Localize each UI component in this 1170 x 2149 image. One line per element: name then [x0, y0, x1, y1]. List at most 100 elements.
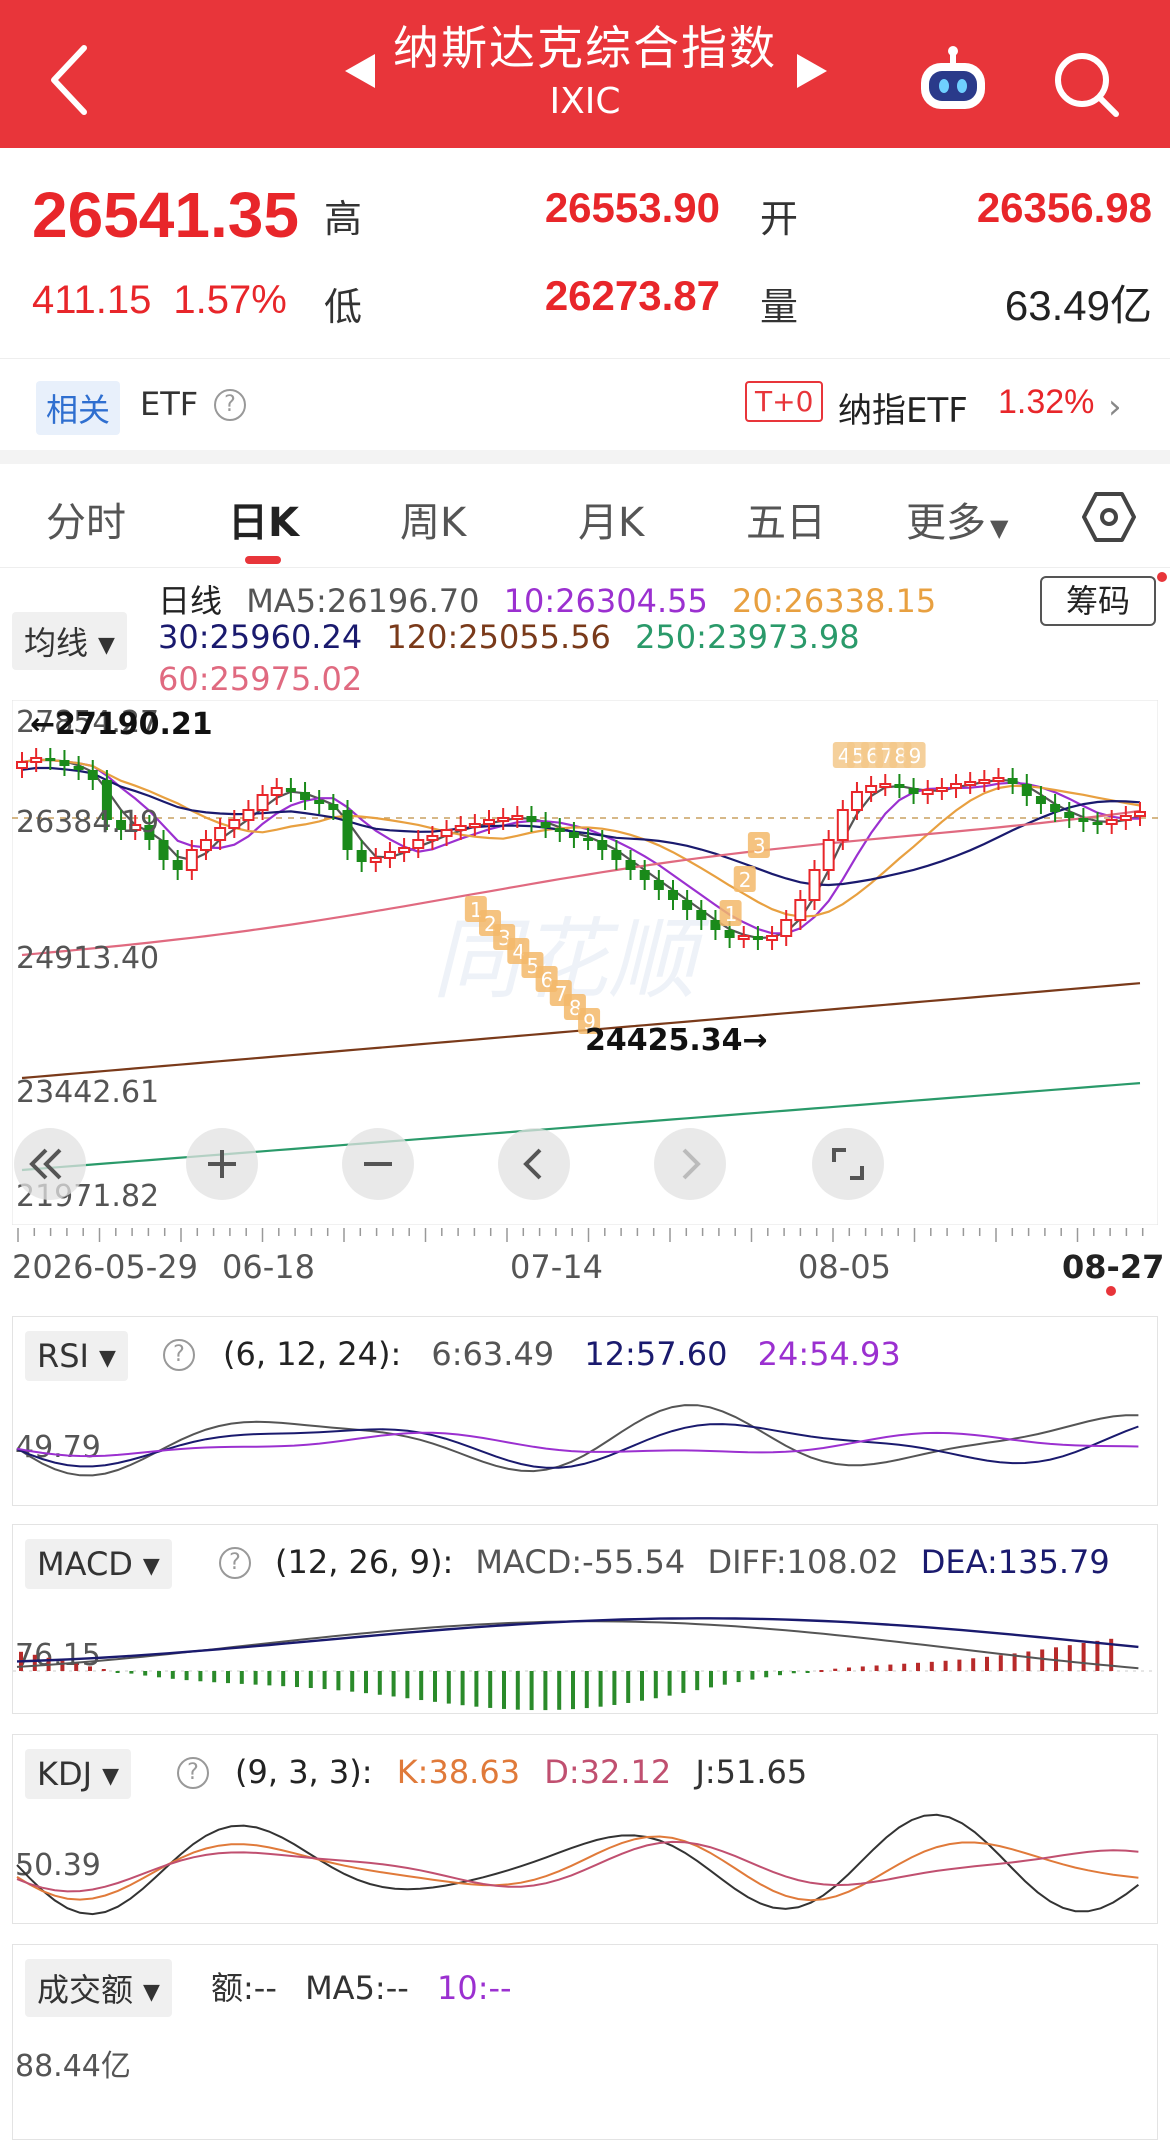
candle-body-down	[639, 870, 650, 880]
settings-hexagon-icon[interactable]	[1082, 490, 1136, 544]
ma-dropdown[interactable]: 均线 ▼	[12, 612, 127, 670]
macd-bar-down	[405, 1671, 410, 1699]
macd-bar-down	[419, 1671, 424, 1701]
change-percent: 1.57%	[173, 278, 287, 322]
macd-bar-down	[764, 1671, 769, 1678]
caret-down-icon: ▼	[142, 1553, 160, 1579]
scroll-left-fast-button[interactable]	[14, 1128, 86, 1200]
candle-body-down	[342, 810, 353, 850]
candle-body-down	[87, 770, 98, 780]
rsi-help-icon[interactable]: ?	[163, 1339, 195, 1371]
macd-bar-up	[902, 1663, 907, 1671]
kline-chart[interactable]: 同花顺 1234567891234 5 6 7 8 9 27854.27 26384.19…	[12, 700, 1158, 1225]
next-index-icon[interactable]	[795, 52, 829, 90]
candle-body-up	[879, 783, 892, 788]
chip-distribution-button[interactable]: 筹码	[1040, 576, 1156, 626]
candle-body-up	[483, 819, 496, 825]
help-icon[interactable]: ?	[214, 389, 246, 421]
candle-body-down	[356, 850, 367, 862]
macd-bar-up	[1081, 1642, 1086, 1671]
etf-row[interactable]: 相关 ETF ? T+0 纳指ETF 1.32% ›	[0, 358, 1170, 450]
candle-body-up	[199, 839, 212, 851]
robot-assistant-icon[interactable]	[915, 45, 991, 115]
macd-chart[interactable]: 76.15	[13, 1595, 1157, 1713]
quote-panel: 26541.35 411.15 1.57% 高 26553.90 开 26356.…	[0, 148, 1170, 358]
scroll-right-button[interactable]	[654, 1128, 726, 1200]
td-mid-label: 2	[739, 868, 752, 892]
search-icon[interactable]	[1052, 50, 1122, 120]
tab-daily-k[interactable]: 日K	[228, 490, 299, 548]
chart-period-tabs: 分时 日K 周K 月K 五日 更多 ▼	[0, 464, 1170, 568]
rsi6-value: 6:63.49	[431, 1335, 555, 1373]
macd-bar-down	[391, 1671, 396, 1697]
rsi-params: (6, 12, 24):	[223, 1335, 402, 1373]
scroll-left-button[interactable]	[498, 1128, 570, 1200]
kdj-line	[16, 1813, 1140, 1916]
rsi-dropdown[interactable]: RSI ▼	[25, 1331, 128, 1381]
macd-bar-down	[143, 1671, 148, 1676]
volume-label: 量	[760, 285, 799, 329]
fullscreen-button[interactable]	[812, 1128, 884, 1200]
macd-bar-down	[791, 1671, 796, 1674]
macd-dropdown[interactable]: MACD ▼	[25, 1539, 172, 1589]
macd-bar-down	[653, 1671, 658, 1699]
candle-body-down	[172, 860, 183, 870]
macd-bar-down	[129, 1671, 134, 1674]
active-tab-indicator	[245, 556, 281, 564]
candle-body-up	[270, 787, 283, 796]
candle-body-down	[59, 760, 70, 766]
candle-body-down	[526, 816, 537, 822]
macd-bar-down	[736, 1671, 741, 1683]
macd-bar-down	[157, 1671, 161, 1678]
kdj-dropdown[interactable]: KDJ ▼	[25, 1749, 131, 1799]
macd-bar-down	[488, 1671, 493, 1708]
tab-more[interactable]: 更多 ▼	[906, 490, 1008, 548]
turnover-dropdown[interactable]: 成交额 ▼	[25, 1959, 172, 2017]
tab-five-day[interactable]: 五日	[746, 490, 826, 548]
zoom-out-button[interactable]	[342, 1128, 414, 1200]
candle-body-down	[73, 766, 84, 770]
macd-bar-down	[681, 1671, 686, 1693]
rsi-chart[interactable]: 49.79	[13, 1387, 1157, 1505]
tab-monthly-k[interactable]: 月K	[578, 490, 644, 548]
candle-body-up	[454, 825, 467, 831]
ndx-etf-name[interactable]: 纳指ETF	[838, 383, 968, 432]
volume-value: 63.49亿	[1004, 282, 1152, 329]
candle-body-down	[724, 930, 735, 938]
tab-intraday[interactable]: 分时	[46, 490, 126, 548]
ndx-etf-change: 1.32%	[998, 383, 1095, 421]
macd-bar-down	[460, 1671, 465, 1706]
macd-bar-down	[322, 1671, 327, 1690]
candle-body-down	[554, 828, 565, 832]
macd-bar-down	[543, 1671, 548, 1711]
current-date-dot	[1106, 1286, 1116, 1296]
macd-help-icon[interactable]: ?	[219, 1547, 251, 1579]
macd-bar-up	[957, 1659, 962, 1671]
candle-body-up	[412, 839, 425, 849]
macd-bar-down	[584, 1671, 589, 1709]
macd-bar-down	[350, 1671, 355, 1692]
zoom-in-button[interactable]	[186, 1128, 258, 1200]
date-label-2: 06-18	[222, 1248, 315, 1286]
candle-body-up	[16, 761, 28, 769]
tab-weekly-k[interactable]: 周K	[400, 490, 466, 548]
y-label-4: 23442.61	[16, 1075, 159, 1110]
macd-bar-down	[750, 1671, 755, 1680]
top-bar: 纳斯达克综合指数 IXIC	[0, 0, 1170, 148]
kdj-chart[interactable]: 50.39	[13, 1805, 1157, 1923]
turnover-ma10: 10:--	[436, 1969, 512, 2007]
candle-body-up	[992, 777, 1005, 782]
candle-body-up	[426, 835, 439, 841]
candle-body-down	[328, 804, 339, 810]
chevron-right-icon[interactable]: ›	[1108, 387, 1122, 427]
macd-bar-up	[833, 1668, 838, 1671]
kdj-help-icon[interactable]: ?	[177, 1757, 209, 1789]
macd-bar-down	[612, 1671, 617, 1705]
macd-bar-up	[874, 1665, 879, 1671]
fullscreen-icon	[832, 1148, 864, 1180]
macd-bar-down	[446, 1671, 451, 1704]
macd-params: (12, 26, 9):	[275, 1543, 454, 1581]
candle-body-up	[737, 935, 750, 940]
candle-body-down	[1092, 822, 1103, 825]
turnover-legend: 额:-- MA5:-- 10:--	[211, 1963, 512, 2009]
